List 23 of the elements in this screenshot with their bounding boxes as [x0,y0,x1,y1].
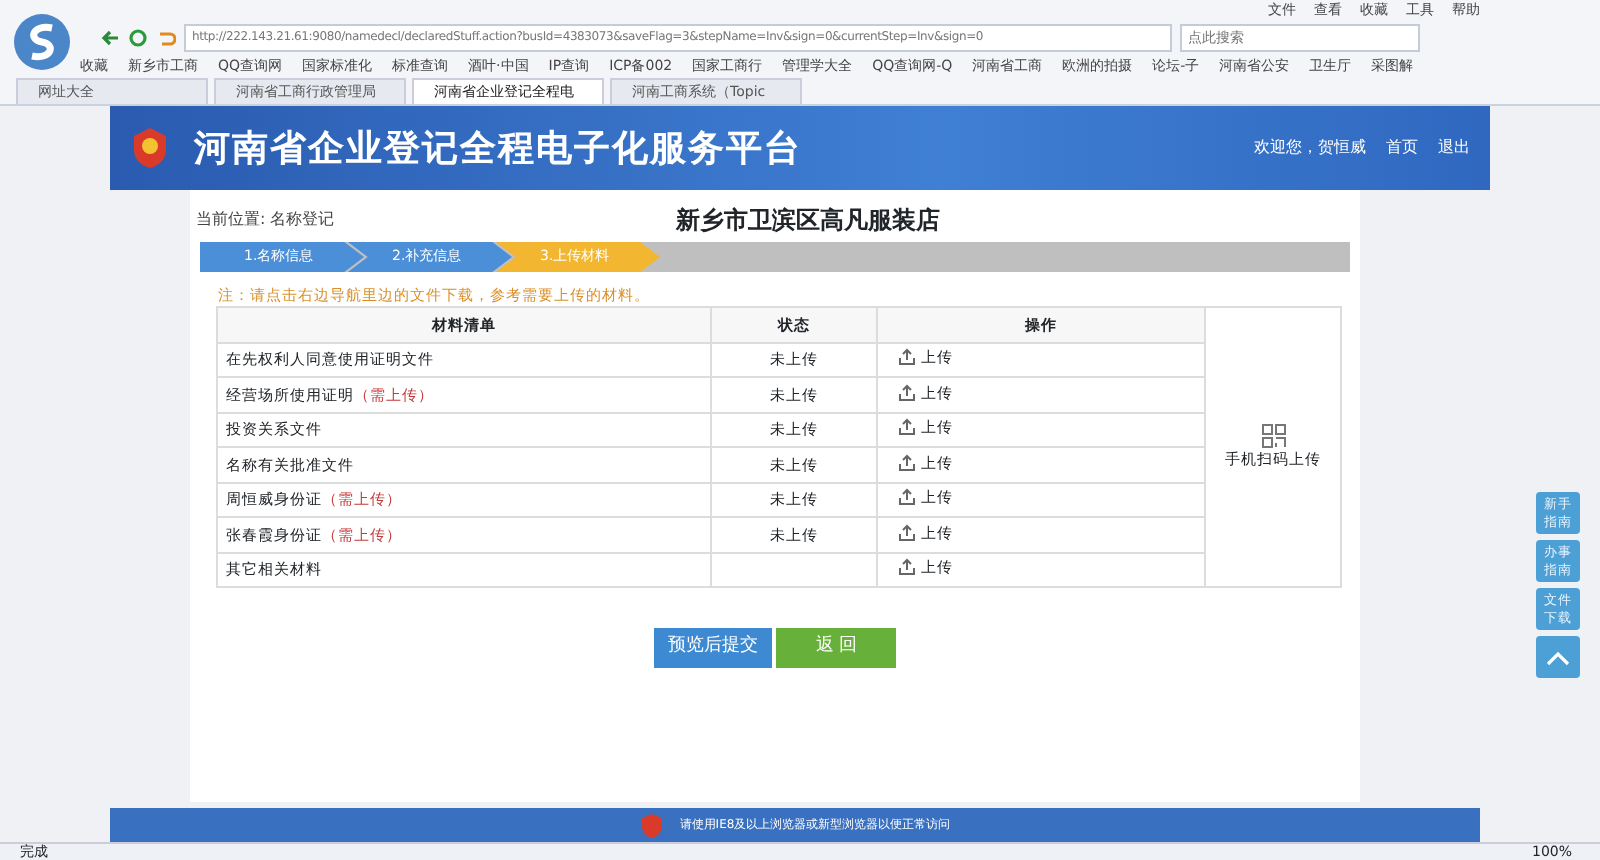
qr-code-icon[interactable] [1261,424,1285,449]
submit-button[interactable]: 预览后提交 [653,628,772,668]
browser-logo-icon [12,12,72,72]
emblem-icon [639,811,664,839]
upload-icon [898,348,916,367]
welcome-text: 欢迎您，贺恒威 [1254,136,1366,160]
site-title: 河南省企业登记全程电子化服务平台 [194,125,802,173]
breadcrumb: 当前位置: 名称登记 [196,208,337,232]
upload-icon [898,488,916,507]
company-name: 新乡市卫滨区高凡服装店 [676,204,940,238]
undo-icon[interactable] [156,28,176,48]
upload-icon [898,453,916,472]
header-link[interactable]: 退出 [1438,136,1470,160]
upload-icon [898,383,916,402]
back-icon[interactable] [100,28,120,48]
header-link[interactable]: 首页 [1386,136,1418,160]
upload-icon [898,523,916,542]
chevron-up-icon [1544,647,1572,667]
refresh-icon[interactable] [128,28,148,48]
upload-icon [898,418,916,437]
emblem-icon [130,126,170,170]
upload-icon [898,558,916,577]
scroll-top-button[interactable] [1536,636,1580,678]
